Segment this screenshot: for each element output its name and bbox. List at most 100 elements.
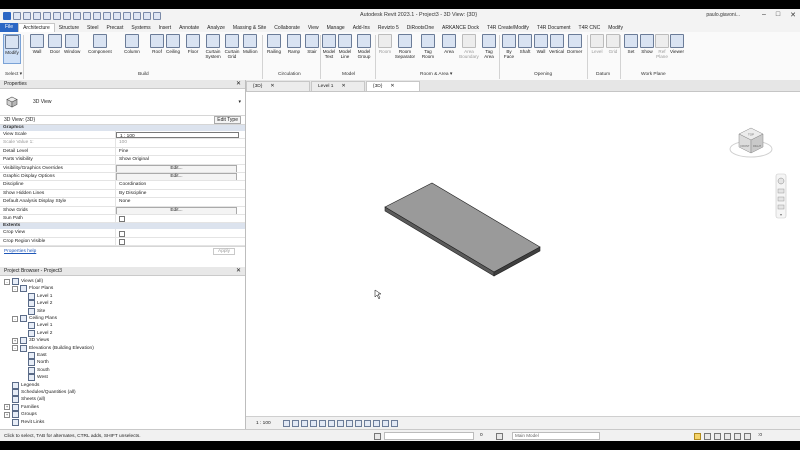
lock-view-icon[interactable] — [345, 419, 353, 427]
roof-button[interactable]: Roof — [150, 34, 164, 54]
active-workset-field[interactable] — [384, 432, 474, 440]
tree-item[interactable]: - Elevations (Building Elevation) — [12, 344, 94, 352]
tree-item[interactable]: South — [20, 366, 50, 374]
tab-analyze[interactable]: Analyze — [203, 25, 229, 31]
property-value[interactable]: None — [116, 198, 245, 205]
visual-style-icon[interactable] — [291, 419, 299, 427]
edit-button[interactable]: Edit... — [116, 207, 237, 214]
view-scale[interactable]: 1 : 100 — [256, 421, 271, 426]
tab-insert[interactable]: Insert — [155, 25, 176, 31]
room-separator-button[interactable]: Room Separator — [393, 34, 417, 59]
tab-precast[interactable]: Precast — [102, 25, 127, 31]
design-option-field[interactable]: Main Model — [512, 432, 600, 440]
wall-button[interactable]: Wall — [30, 34, 44, 54]
view-tab[interactable]: Level 1 ✕ — [311, 81, 365, 91]
detail-level-icon[interactable] — [282, 419, 290, 427]
tree-item[interactable]: Sheets (all) — [4, 396, 45, 404]
edit-type-button[interactable]: Edit Type — [214, 116, 241, 124]
tree-item[interactable]: Revit Links — [4, 418, 44, 426]
tree-item[interactable]: Site — [20, 307, 45, 315]
floor-button[interactable]: Floor — [186, 34, 200, 54]
type-selector[interactable]: 3D View ▾ — [0, 89, 245, 116]
chevron-down-icon[interactable]: ▾ — [238, 99, 241, 105]
collapse-icon[interactable]: - — [4, 278, 10, 285]
property-value[interactable]: Show Original — [116, 156, 245, 163]
expand-icon[interactable]: + — [12, 337, 18, 344]
tree-item[interactable]: Legends — [4, 381, 39, 389]
level-button[interactable]: Level — [590, 34, 604, 54]
close-icon[interactable]: ✕ — [790, 11, 796, 19]
close-hidden-icon[interactable] — [143, 12, 151, 20]
collapse-icon[interactable]: - — [12, 315, 18, 322]
properties-help-link[interactable]: Properties help — [4, 249, 36, 254]
crop-region-icon[interactable] — [336, 419, 344, 427]
tab-add-ins[interactable]: Add-Ins — [349, 25, 374, 31]
tab-t4r-cnc[interactable]: T4R CNC — [575, 25, 605, 31]
tree-item[interactable]: West — [20, 374, 48, 382]
tree-item[interactable]: + Families — [4, 403, 39, 411]
select-dropdown[interactable]: Select ▾ — [5, 72, 22, 77]
tab-arkance-dock[interactable]: ARKANCE Dock — [438, 25, 483, 31]
tree-item[interactable]: - Views (all) — [4, 278, 43, 285]
tree-item[interactable]: - Ceiling Plans — [12, 315, 57, 322]
tree-item[interactable]: + Groups — [4, 411, 37, 419]
ramp-button[interactable]: Ramp — [287, 34, 301, 54]
close-icon[interactable]: ✕ — [390, 83, 394, 89]
tab-t4r-document[interactable]: T4R Document — [533, 25, 575, 31]
crop-view-icon[interactable] — [327, 419, 335, 427]
modify-button[interactable]: Modify — [3, 34, 21, 64]
tab-steel[interactable]: Steel — [83, 25, 102, 31]
highlight-displacement-icon[interactable] — [390, 419, 398, 427]
area-button[interactable]: Area — [442, 34, 456, 54]
instance-selector[interactable]: 3D View: {3D} Edit Type — [0, 116, 245, 125]
tab-architecture[interactable]: Architecture — [18, 23, 55, 32]
grid-button[interactable]: Grid — [606, 34, 620, 54]
vertical-opening-button[interactable]: Vertical — [549, 34, 564, 54]
expand-icon[interactable]: + — [4, 411, 10, 418]
property-value[interactable]: Coordination — [116, 181, 245, 188]
view-tab[interactable]: {3D} ✕ — [246, 81, 310, 91]
close-icon[interactable]: ✕ — [270, 83, 274, 89]
tab-view[interactable]: View — [304, 25, 323, 31]
property-value[interactable]: 1 : 100 — [116, 131, 239, 138]
model-text-button[interactable]: Model Text — [322, 34, 336, 59]
close-icon[interactable]: ✕ — [236, 80, 241, 88]
worksets-icon[interactable] — [374, 433, 381, 440]
tree-item[interactable]: Level 1 — [20, 322, 52, 330]
railing-button[interactable]: Railing — [267, 34, 281, 54]
tab-modify[interactable]: Modify — [604, 25, 627, 31]
section-icon[interactable] — [123, 12, 131, 20]
tag-area-button[interactable]: Tag Area — [482, 34, 496, 59]
text-icon[interactable] — [103, 12, 111, 20]
checkbox[interactable] — [119, 239, 125, 246]
tab-dirootsone[interactable]: DiRootsOne — [403, 25, 438, 31]
edit-button[interactable]: Edit... — [116, 165, 237, 172]
save-icon[interactable] — [23, 12, 31, 20]
tab-collaborate[interactable]: Collaborate — [270, 25, 304, 31]
floor-slab[interactable] — [384, 182, 541, 277]
tab-annotate[interactable]: Annotate — [175, 25, 203, 31]
tag-icon[interactable] — [93, 12, 101, 20]
close-icon[interactable]: ✕ — [341, 83, 345, 89]
sync-icon[interactable] — [33, 12, 41, 20]
mullion-button[interactable]: Mullion — [243, 34, 258, 54]
drag-elements-icon[interactable] — [734, 433, 741, 440]
tab-t4r-create-modify[interactable]: T4R Create/Modify — [483, 25, 533, 31]
room-button[interactable]: Room — [378, 34, 392, 54]
property-value[interactable]: By Discipline — [116, 190, 245, 197]
tree-item[interactable]: Level 1 — [20, 292, 52, 300]
area-boundary-button[interactable]: Area Boundary — [459, 34, 479, 59]
collapse-icon[interactable]: - — [12, 285, 18, 292]
set-button[interactable]: Set — [624, 34, 638, 54]
render-icon[interactable] — [318, 419, 326, 427]
tab-massing-site[interactable]: Massing & Site — [229, 25, 270, 31]
dormer-button[interactable]: Dormer — [567, 34, 582, 54]
shadows-icon[interactable] — [309, 419, 317, 427]
thin-lines-icon[interactable] — [133, 12, 141, 20]
checkbox[interactable] — [119, 230, 125, 237]
tree-item[interactable]: North — [20, 359, 49, 367]
reveal-hidden-icon[interactable] — [363, 419, 371, 427]
tree-item[interactable]: Level 2 — [20, 300, 52, 308]
temporary-hide-icon[interactable] — [354, 419, 362, 427]
room-area-dropdown[interactable]: Room & Area ▾ — [420, 72, 452, 77]
